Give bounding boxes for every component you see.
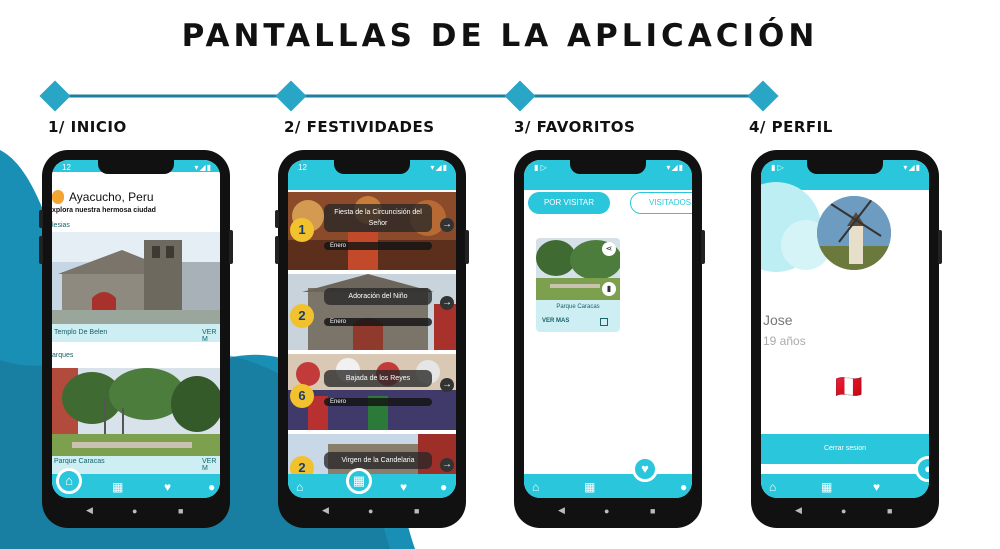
share-icon[interactable]: ⋖ [602, 242, 616, 256]
recent-apps-icon[interactable]: ■ [650, 506, 655, 516]
visited-checkbox[interactable] [600, 318, 608, 326]
home-system-icon[interactable]: ● [604, 506, 609, 516]
delete-icon[interactable]: ▮ [602, 282, 616, 296]
bottom-nav-perfil [761, 474, 929, 498]
phone-festividades: 12 ▾◢▮ 1 Fiesta de la Circuncisión del S… [275, 150, 469, 528]
back-icon[interactable]: ◀ [795, 505, 802, 516]
place-name-templo: Templo De Belen [54, 329, 108, 336]
tab-visitados[interactable]: VISITADOS [630, 192, 692, 214]
home-system-icon[interactable]: ● [841, 506, 846, 516]
bottom-nav-favoritos [524, 474, 692, 498]
calendar-icon[interactable]: ▦ [584, 480, 595, 494]
ver-mas-link-1[interactable]: VER M [202, 329, 220, 343]
festivity-month-2: Enero [324, 318, 432, 326]
recent-apps-icon[interactable]: ■ [414, 506, 419, 516]
timeline-marker-3 [504, 80, 536, 112]
screen-favoritos: ▮ ▷ ▾◢▮ POR VISITAR VISITADOS ⋖ ▮ Parque… [524, 160, 692, 498]
heart-icon[interactable]: ♥ [632, 456, 658, 482]
home-system-icon[interactable]: ● [132, 506, 137, 516]
place-name-parque: Parque Caracas [54, 458, 105, 465]
calendar-icon[interactable]: ▦ [821, 480, 832, 494]
back-icon[interactable]: ◀ [322, 505, 329, 516]
festivity-day-1: 1 [290, 218, 314, 242]
festivity-month-3: Enero [324, 398, 432, 406]
back-icon[interactable]: ◀ [86, 505, 93, 516]
calendar-icon[interactable]: ▦ [346, 468, 372, 494]
festivity-month-1: Enero [324, 242, 432, 250]
profile-name: Jose [763, 312, 793, 328]
place-image-parque[interactable] [52, 368, 220, 456]
screen-inicio: 12 ▾◢▮ Ayacucho, Peru xplora nuestra her… [52, 160, 220, 498]
phone-inicio: 12 ▾◢▮ Ayacucho, Peru xplora nuestra her… [39, 150, 233, 528]
phone-favoritos: ▮ ▷ ▾◢▮ POR VISITAR VISITADOS ⋖ ▮ Parque… [514, 150, 705, 528]
back-icon[interactable]: ◀ [558, 505, 565, 516]
festivity-name-3: Bajada de los Reyes [324, 370, 432, 387]
festivity-name-1: Fiesta de la Circuncisión del Señor [324, 204, 432, 232]
festivity-name-4: Virgen de la Candelaria [324, 452, 432, 469]
step-label-festividades: 2/ FESTIVIDADES [284, 118, 435, 136]
heart-icon[interactable]: ♥ [164, 480, 171, 494]
ver-mas-link[interactable]: VER MAS [542, 318, 569, 324]
home-system-icon[interactable]: ● [368, 506, 373, 516]
section-parks: arques [52, 352, 74, 359]
ver-mas-link-2[interactable]: VER M [202, 458, 220, 472]
arrow-right-icon[interactable]: → [440, 458, 454, 472]
users-icon[interactable]: ● [440, 480, 447, 494]
timeline-marker-2 [275, 80, 307, 112]
avatar[interactable] [817, 196, 891, 270]
home-icon[interactable]: ⌂ [769, 480, 776, 494]
calendar-icon[interactable]: ▦ [112, 480, 123, 494]
timeline-marker-1 [39, 80, 71, 112]
location-pin-icon [52, 190, 64, 204]
home-icon[interactable]: ⌂ [532, 480, 539, 494]
place-image-templo[interactable] [52, 232, 220, 324]
step-label-inicio: 1/ INICIO [48, 118, 127, 136]
home-icon[interactable]: ⌂ [56, 468, 82, 494]
heart-icon[interactable]: ♥ [873, 480, 880, 494]
favorite-place-name: Parque Caracas [556, 304, 600, 310]
tab-por-visitar[interactable]: POR VISITAR [528, 192, 610, 214]
festivity-day-2: 2 [290, 304, 314, 328]
recent-apps-icon[interactable]: ■ [887, 506, 892, 516]
heart-icon[interactable]: ♥ [400, 480, 407, 494]
flag-icon: 🇵🇪 [835, 374, 863, 399]
section-churches: lesias [52, 222, 70, 229]
city-title: Ayacucho, Peru [69, 190, 154, 204]
arrow-right-icon[interactable]: → [440, 296, 454, 310]
festivity-day-3: 6 [290, 384, 314, 408]
recent-apps-icon[interactable]: ■ [178, 506, 183, 516]
festivity-name-2: Adoración del Niño [324, 288, 432, 305]
profile-age: 19 años [763, 334, 806, 348]
logout-button[interactable]: Cerrar sesion [761, 434, 929, 464]
bottom-nav-festividades [288, 474, 456, 498]
city-subtitle: xplora nuestra hermosa ciudad [52, 207, 156, 214]
phone-perfil: ▮ ▷ ▾◢▮ Jose 19 años 🇵🇪 Cerrar sesion ⌂ … [751, 150, 942, 528]
screen-perfil: ▮ ▷ ▾◢▮ Jose 19 años 🇵🇪 Cerrar sesion ⌂ … [761, 160, 929, 498]
step-label-perfil: 4/ PERFIL [749, 118, 833, 136]
arrow-right-icon[interactable]: → [440, 378, 454, 392]
screen-festividades: 12 ▾◢▮ 1 Fiesta de la Circuncisión del S… [288, 160, 456, 498]
timeline-marker-4 [747, 80, 779, 112]
step-label-favoritos: 3/ FAVORITOS [514, 118, 636, 136]
users-icon[interactable]: ● [680, 480, 687, 494]
timeline [39, 80, 779, 112]
user-icon[interactable]: ● [208, 480, 215, 494]
home-icon[interactable]: ⌂ [296, 480, 303, 494]
arrow-right-icon[interactable]: → [440, 218, 454, 232]
